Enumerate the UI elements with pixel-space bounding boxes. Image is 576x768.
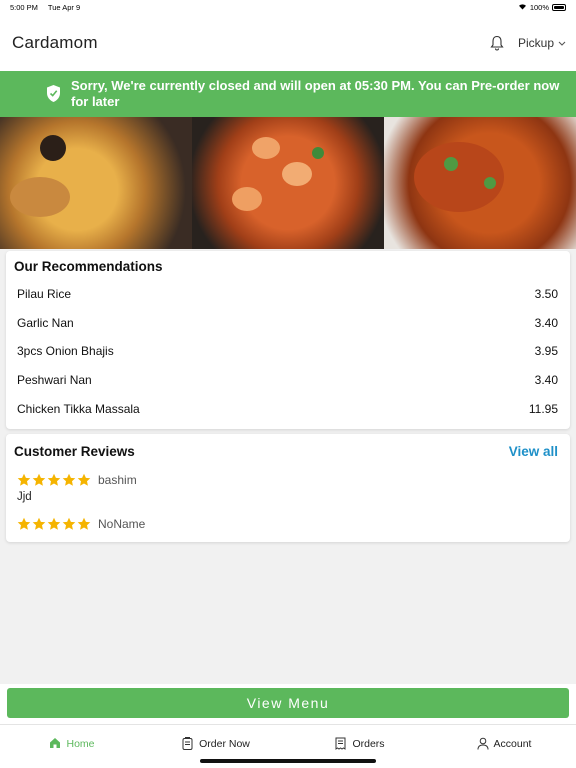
star-icon: [17, 517, 31, 531]
recommendations-card: Our Recommendations Pilau Rice 3.50 Garl…: [6, 251, 570, 429]
spice-garnish: [40, 135, 66, 161]
status-right: 100%: [518, 3, 566, 12]
shield-check-icon: [46, 84, 61, 103]
recommendation-item[interactable]: Pilau Rice 3.50: [14, 280, 558, 309]
star-icon: [17, 473, 31, 487]
reviews-title: Customer Reviews: [14, 443, 135, 459]
biryani-image: [0, 117, 192, 249]
tab-account[interactable]: Account: [432, 725, 576, 768]
item-name: Pilau Rice: [17, 287, 72, 302]
user-icon: [477, 737, 489, 750]
review-item: bashim Jjd: [14, 473, 558, 503]
status-time: 5:00 PM: [10, 2, 38, 12]
herb-garnish: [312, 147, 324, 159]
recommendation-item[interactable]: 3pcs Onion Bhajis 3.95: [14, 337, 558, 366]
order-mode-label: Pickup: [517, 35, 554, 50]
tab-label: Account: [493, 737, 532, 750]
app-title: Cardamom: [12, 32, 98, 52]
review-item: NoName: [14, 517, 558, 531]
status-left: 5:00 PM Tue Apr 9: [10, 3, 88, 12]
home-icon: [49, 737, 61, 750]
item-price: 11.95: [528, 401, 558, 416]
recommendation-item[interactable]: Peshwari Nan 3.40: [14, 366, 558, 395]
star-icon: [62, 473, 76, 487]
star-icon: [62, 517, 76, 531]
status-bar: 5:00 PM Tue Apr 9 100%: [0, 0, 576, 14]
reviewer-name: bashim: [98, 472, 137, 487]
star-rating: [17, 473, 91, 487]
battery-percent: 100%: [529, 2, 549, 12]
header-actions: Pickup: [490, 35, 566, 51]
review-line: bashim: [17, 473, 558, 487]
chevron-down-icon: [558, 38, 566, 48]
item-price: 3.40: [534, 315, 558, 330]
home-indicator: [200, 759, 376, 763]
tab-label: Home: [66, 737, 95, 750]
item-price: 3.95: [534, 344, 558, 359]
receipt-icon: [335, 737, 347, 750]
hero-food-image: [0, 117, 576, 249]
star-rating: [17, 517, 91, 531]
banner-message: Sorry, We're currently closed and will o…: [71, 78, 560, 109]
review-text: Jjd: [17, 490, 32, 503]
recommendations-list: Pilau Rice 3.50 Garlic Nan 3.40 3pcs Oni…: [14, 280, 558, 423]
item-name: Chicken Tikka Massala: [17, 401, 140, 416]
item-name: Garlic Nan: [17, 315, 74, 330]
order-icon: [182, 737, 194, 750]
herb-garnish: [444, 157, 458, 171]
battery-icon: [552, 3, 566, 11]
star-icon: [47, 473, 61, 487]
tab-label: Orders: [352, 737, 385, 750]
star-icon: [32, 473, 46, 487]
reviewer-name: NoName: [98, 516, 146, 531]
item-name: Peshwari Nan: [17, 373, 92, 388]
reviews-header: Customer Reviews View all: [14, 444, 558, 459]
recommendation-item[interactable]: Garlic Nan 3.40: [14, 309, 558, 338]
herb-garnish: [484, 177, 496, 189]
bell-icon[interactable]: [490, 35, 504, 51]
view-menu-bar: View Menu: [0, 684, 576, 724]
tab-home[interactable]: Home: [0, 725, 144, 768]
prawn-piece: [232, 187, 262, 211]
star-icon: [77, 473, 91, 487]
tandoori-chicken-image: [384, 117, 576, 249]
status-date: Tue Apr 9: [47, 2, 81, 12]
wifi-icon: [518, 3, 527, 12]
item-price: 3.40: [534, 373, 558, 388]
prawn-piece: [282, 162, 312, 186]
view-menu-button[interactable]: View Menu: [7, 688, 569, 718]
chicken-piece: [10, 177, 70, 217]
prawn-piece: [252, 137, 280, 159]
order-mode-dropdown[interactable]: Pickup: [518, 36, 566, 50]
recommendations-title: Our Recommendations: [14, 259, 163, 274]
item-name: 3pcs Onion Bhajis: [17, 344, 114, 359]
star-icon: [47, 517, 61, 531]
reviews-card: Customer Reviews View all bashim Jjd NoN…: [6, 433, 570, 542]
review-line: NoName: [17, 517, 558, 531]
recommendation-item[interactable]: Chicken Tikka Massala 11.95: [14, 394, 558, 423]
star-icon: [32, 517, 46, 531]
app-header: Cardamom Pickup: [0, 14, 576, 71]
closed-banner: Sorry, We're currently closed and will o…: [0, 71, 576, 117]
item-price: 3.50: [534, 287, 558, 302]
view-all-link[interactable]: View all: [509, 444, 558, 459]
star-icon: [77, 517, 91, 531]
tab-label: Order Now: [199, 737, 250, 750]
prawn-curry-image: [192, 117, 384, 249]
